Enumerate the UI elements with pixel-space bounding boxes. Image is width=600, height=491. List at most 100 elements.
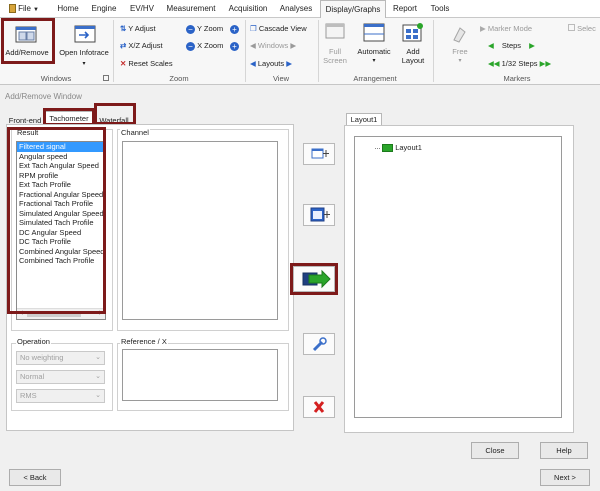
list-item[interactable]: Simulated Angular Speed	[17, 209, 105, 219]
menu-report[interactable]: Report	[390, 0, 420, 18]
reference-list[interactable]	[122, 349, 278, 401]
y-adjust-icon: ⇅	[120, 24, 127, 33]
chevron-down-icon: ⌄	[95, 373, 101, 380]
list-item[interactable]: Fractional Angular Speed	[17, 190, 105, 200]
zoom-in-icon[interactable]: +	[230, 42, 239, 51]
properties-button[interactable]	[303, 333, 335, 355]
list-item[interactable]: Angular speed	[17, 152, 105, 162]
weighting-select[interactable]: No weighting ⌄	[16, 351, 105, 365]
tachometer-panel: Result Filtered signal Angular speed Ext T…	[6, 124, 294, 431]
zoom-out-icon: −	[186, 41, 195, 51]
list-item[interactable]: Ext Tach Profile	[17, 180, 105, 190]
open-infotrace-button[interactable]: Open Infotrace ▾	[55, 20, 113, 70]
mode-select[interactable]: Normal ⌄	[16, 370, 105, 384]
list-item[interactable]: RPM profile	[17, 171, 105, 181]
reset-scales-icon: ✕	[120, 59, 127, 68]
file-icon	[9, 4, 17, 14]
channel-list[interactable]	[122, 141, 278, 320]
list-item[interactable]: DC Angular Speed	[17, 228, 105, 238]
menu-measurement[interactable]: Measurement	[164, 0, 218, 18]
arrangement-group-label: Arrangement	[353, 74, 397, 83]
arrow-left-icon: ◀	[250, 41, 256, 50]
scroll-left-icon[interactable]: <	[19, 309, 23, 319]
help-button[interactable]: Help	[540, 442, 588, 459]
full-screen-label-2: Screen	[323, 56, 347, 65]
back-button[interactable]: < Back	[9, 469, 61, 486]
reset-scales-button[interactable]: ✕ Reset Scales	[120, 59, 173, 69]
windows-button[interactable]: ◀ Windows ▶	[250, 41, 296, 51]
horizontal-scrollbar[interactable]: < >	[17, 308, 105, 319]
list-item[interactable]: Fractional Tach Profile	[17, 199, 105, 209]
layout-icon	[382, 144, 394, 153]
select-icon	[568, 24, 575, 31]
dialog-launcher-icon[interactable]	[103, 75, 109, 81]
xz-adjust-icon: ⇄	[120, 41, 127, 50]
scroll-thumb[interactable]	[27, 311, 81, 317]
channel-label: Channel	[120, 128, 150, 137]
menu-analyses[interactable]: Analyses	[278, 0, 314, 18]
menu-tools[interactable]: Tools	[427, 0, 453, 18]
add-to-window-button[interactable]	[303, 143, 335, 165]
chevron-down-icon: ▾	[372, 58, 376, 64]
cascade-view-button[interactable]: ❐ Cascade View	[250, 24, 307, 34]
tab-tachometer[interactable]: Tachometer	[45, 111, 93, 125]
fine-step-back-icon: ◀◀	[488, 59, 500, 68]
free-button[interactable]: Free ▾	[445, 20, 475, 70]
arrow-right-icon: ▶	[286, 59, 293, 68]
layout-tree[interactable]: Layout1	[354, 136, 562, 418]
menu-bar: File ▼ Home Engine EV/HV Measurement Acqu…	[0, 0, 600, 19]
add-layout-icon	[402, 23, 423, 42]
close-button[interactable]: Close	[471, 442, 519, 459]
wrench-icon	[312, 337, 327, 352]
select-button[interactable]: Selec	[568, 24, 596, 34]
chevron-down-icon: ▼	[32, 7, 39, 13]
result-list[interactable]: Filtered signal Angular speed Ext Tach Ang…	[16, 141, 106, 320]
scroll-right-icon[interactable]: >	[99, 309, 103, 319]
fine-steps-button[interactable]: ◀◀ 1/32 Steps ▶▶	[488, 59, 551, 69]
list-item[interactable]: Ext Tach Angular Speed	[17, 161, 105, 171]
full-screen-button[interactable]: Full Screen	[320, 20, 350, 70]
menu-ev-hv[interactable]: EV/HV	[127, 0, 157, 18]
arrow-right-icon: ▶	[290, 41, 297, 50]
y-zoom-button[interactable]: − Y Zoom	[186, 24, 223, 34]
y-adjust-button[interactable]: ⇅ Y Adjust	[120, 24, 156, 34]
list-item[interactable]: Combined Angular Speed	[17, 247, 105, 257]
xz-adjust-button[interactable]: ⇄ X/Z Adjust	[120, 41, 163, 51]
menu-home[interactable]: Home	[55, 0, 81, 18]
marker-mode-icon: ▶	[480, 24, 486, 33]
list-item[interactable]: Combined Tach Profile	[17, 256, 105, 266]
menu-display-graphs[interactable]: Display/Graphs	[320, 0, 386, 19]
full-screen-label-1: Full	[328, 47, 342, 56]
menu-acquisition[interactable]: Acquisition	[225, 0, 271, 18]
automatic-button[interactable]: Automatic ▾	[352, 20, 396, 70]
add-window-icon	[311, 148, 329, 159]
file-menu[interactable]: File ▼	[2, 0, 46, 18]
steps-button[interactable]: ◀ Steps ▶	[488, 41, 535, 51]
open-infotrace-label: Open Infotrace	[59, 48, 109, 57]
list-item[interactable]: Simulated Tach Profile	[17, 218, 105, 228]
reference-label: Reference / X	[120, 337, 168, 346]
list-item[interactable]: Filtered signal	[17, 142, 105, 152]
list-item[interactable]: DC Tach Profile	[17, 237, 105, 247]
tree-item-layout1[interactable]: Layout1	[375, 143, 422, 153]
stat-select[interactable]: RMS ⌄	[16, 389, 105, 403]
windows-group-label: Windows	[40, 74, 72, 83]
step-forward-icon: ▶	[529, 41, 535, 50]
add-to-layout-button[interactable]	[293, 266, 335, 292]
remove-button[interactable]	[303, 396, 335, 418]
new-window-icon	[310, 207, 330, 222]
menu-engine[interactable]: Engine	[89, 0, 119, 18]
marker-mode-button[interactable]: ▶ Marker Mode	[480, 24, 532, 34]
view-group-label: View	[272, 74, 290, 83]
layouts-button[interactable]: ◀ Layouts ▶	[250, 59, 292, 69]
x-zoom-button[interactable]: − X Zoom	[186, 41, 223, 51]
add-remove-button[interactable]: Add/Remove	[2, 20, 52, 70]
add-layout-button[interactable]: Add Layout	[397, 20, 429, 70]
zoom-in-icon[interactable]: +	[230, 25, 239, 34]
automatic-layout-icon	[363, 23, 385, 42]
new-window-button[interactable]	[303, 204, 335, 226]
fine-step-forward-icon: ▶▶	[539, 59, 552, 68]
add-remove-label: Add/Remove	[5, 48, 49, 57]
next-button[interactable]: Next >	[540, 469, 590, 486]
full-screen-icon	[325, 23, 345, 39]
